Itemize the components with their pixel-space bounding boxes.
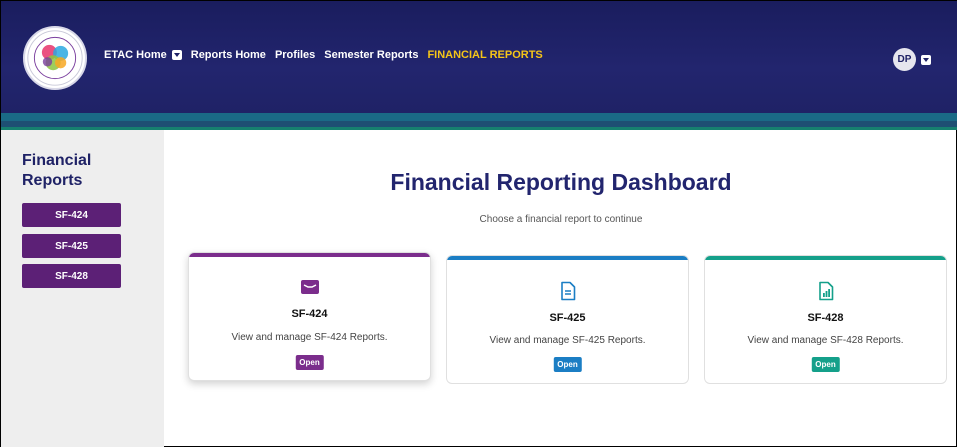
page-subtitle: Choose a financial report to continue <box>479 214 643 225</box>
card-description: View and manage SF-425 Reports. <box>489 335 646 346</box>
sidebar-button-sf-428[interactable]: SF-428 <box>22 264 121 288</box>
nav-reports-home[interactable]: Reports Home <box>191 49 266 61</box>
nav-label: FINANCIAL REPORTS <box>427 49 543 61</box>
nav-label: Semester Reports <box>324 49 419 61</box>
open-button[interactable]: Open <box>295 355 324 370</box>
card-accent-bar <box>705 256 946 260</box>
nav-label: Reports Home <box>190 49 266 61</box>
document-icon <box>558 281 578 301</box>
card-accent-bar <box>189 253 430 257</box>
page-title: Financial Reporting Dashboard <box>390 169 732 195</box>
card-sf-428[interactable]: SF-428 View and manage SF-428 Reports. O… <box>704 255 947 384</box>
sidebar-button-sf-425[interactable]: SF-425 <box>22 234 121 258</box>
sidebar-title: Financial Reports <box>22 152 92 189</box>
sidebar: Financial Reports SF-424 SF-425 SF-428 <box>1 130 164 447</box>
top-header: ETAC Home Reports Home Profiles Semester… <box>1 1 957 113</box>
card-title: SF-424 <box>291 308 328 320</box>
card-title: SF-428 <box>807 312 844 324</box>
main-nav: ETAC Home Reports Home Profiles Semester… <box>104 49 552 61</box>
user-menu[interactable]: DP <box>893 48 931 71</box>
nav-financial-reports[interactable]: FINANCIAL REPORTS <box>427 49 542 61</box>
card-description: View and manage SF-428 Reports. <box>747 335 904 346</box>
nav-label: ETAC Home <box>104 49 167 61</box>
nav-profiles[interactable]: Profiles <box>275 49 315 61</box>
open-button[interactable]: Open <box>811 357 840 372</box>
card-sf-424[interactable]: SF-424 View and manage SF-424 Reports. O… <box>188 252 431 381</box>
card-title: SF-425 <box>549 312 586 324</box>
nav-etac-home[interactable]: ETAC Home <box>104 49 182 61</box>
open-button[interactable]: Open <box>553 357 582 372</box>
chart-document-icon <box>816 281 836 301</box>
chevron-down-icon[interactable] <box>921 54 931 65</box>
folder-icon <box>300 277 320 297</box>
avatar[interactable]: DP <box>893 48 916 71</box>
chevron-down-icon[interactable] <box>171 50 182 60</box>
nav-semester-reports[interactable]: Semester Reports <box>324 49 418 61</box>
nav-label: Profiles <box>274 49 316 61</box>
sidebar-button-sf-424[interactable]: SF-424 <box>22 203 121 227</box>
card-sf-425[interactable]: SF-425 View and manage SF-425 Reports. O… <box>446 255 689 384</box>
card-description: View and manage SF-424 Reports. <box>231 332 388 343</box>
etac-logo[interactable] <box>23 26 87 90</box>
card-accent-bar <box>447 256 688 260</box>
header-stripe <box>1 113 957 121</box>
